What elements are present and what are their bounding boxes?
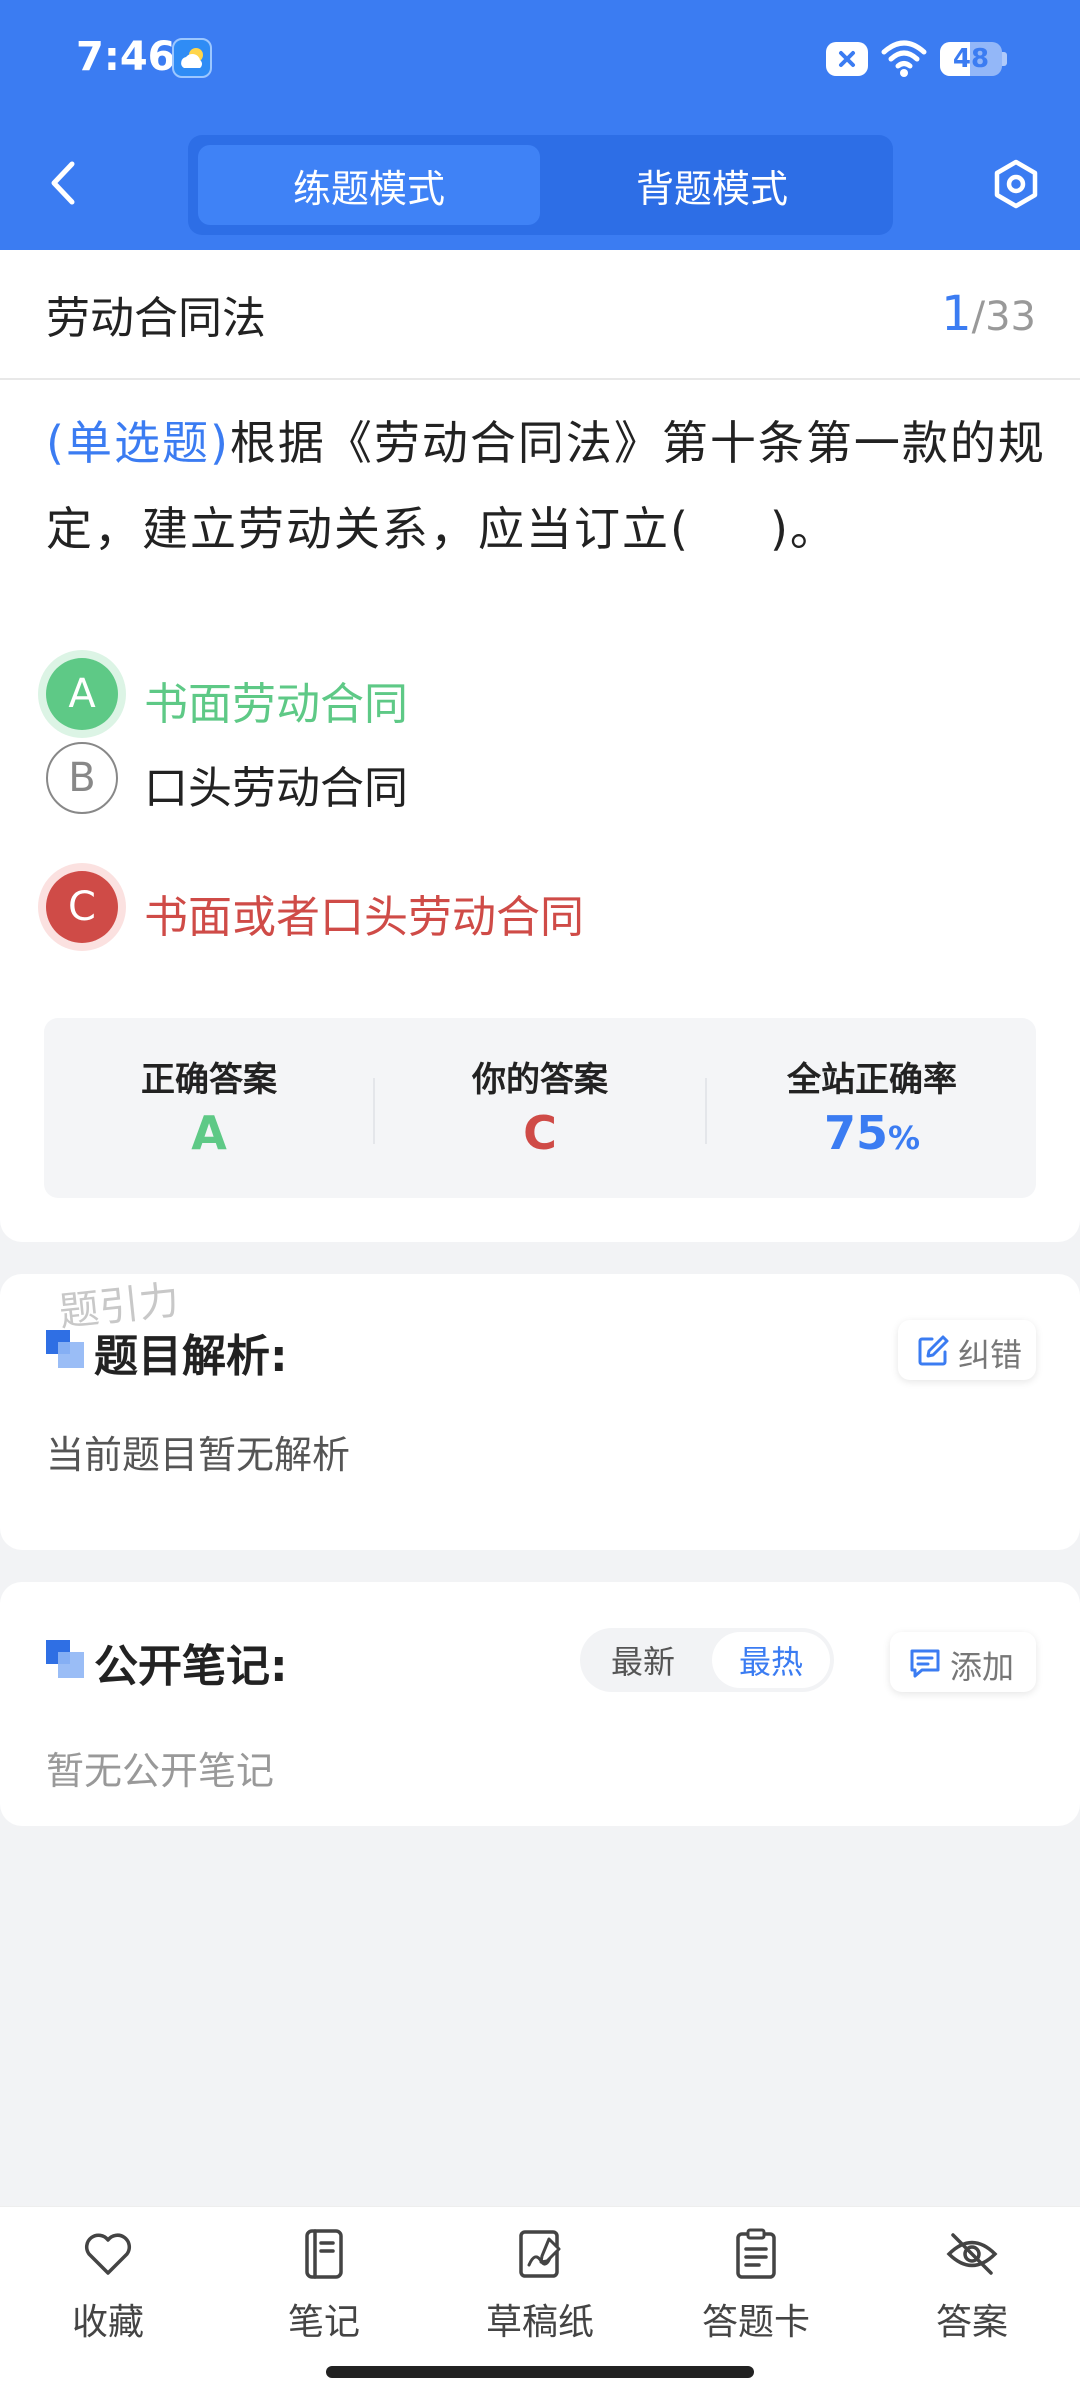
notebook-icon (305, 2229, 343, 2279)
notes-sort-toggle: 最新 最热 (580, 1628, 834, 1692)
eye-off-icon (946, 2233, 998, 2275)
nav-draft-label: 草稿纸 (485, 2302, 594, 2343)
question-type-label: (单选题) (46, 416, 230, 470)
home-indicator[interactable] (326, 2366, 754, 2378)
your-answer-value: C (523, 1106, 557, 1160)
option-c-letter: C (46, 871, 118, 943)
answer-sheet-icon (736, 2228, 776, 2279)
site-accuracy-label: 全站正确率 (787, 1060, 957, 1100)
report-error-label: 纠错 (958, 1336, 1023, 1374)
nav-notes-label: 笔记 (287, 2302, 360, 2343)
battery-level: 48 (952, 44, 990, 74)
option-b[interactable]: B 口头劳动合同 (46, 742, 946, 816)
option-a[interactable]: A 书面劳动合同 (46, 658, 946, 732)
question-progress: 1/33 (941, 286, 1036, 342)
nav-answer-sheet-label: 答题卡 (701, 2302, 810, 2343)
nav-show-answer[interactable]: 答案 (892, 2227, 1052, 2357)
public-notes-card: 公开笔记: 最新 最热 添加 暂无公开笔记 (0, 1582, 1080, 1826)
option-c[interactable]: C 书面或者口头劳动合同 (46, 871, 946, 945)
correct-answer-label: 正确答案 (141, 1060, 277, 1100)
battery-tip (1002, 52, 1007, 66)
nav-favorite-label: 收藏 (71, 2302, 144, 2343)
chevron-left-icon (51, 161, 75, 205)
answer-stats: 正确答案 A 你的答案 C 全站正确率 75% (44, 1018, 1036, 1198)
status-time: 7:46 (76, 34, 176, 80)
question-text-part2: )。 (769, 502, 838, 556)
sort-hot-option[interactable]: 最热 (712, 1632, 830, 1688)
question-stem: (单选题)根据《劳动合同法》第十条第一款的规定，建立劳动关系，应当订立()。 (46, 400, 1046, 572)
nav-notes[interactable]: 笔记 (244, 2227, 404, 2357)
nav-favorite[interactable]: 收藏 (28, 2227, 188, 2357)
edit-icon (918, 1335, 949, 1366)
divider (0, 378, 1080, 380)
sort-latest-option[interactable]: 最新 (584, 1632, 702, 1688)
notes-title: 公开笔记: (94, 1641, 288, 1692)
progress-current: 1 (941, 286, 972, 342)
your-answer-label: 你的答案 (472, 1060, 608, 1100)
draft-icon (519, 2230, 561, 2278)
question-card: 劳动合同法 1/33 (单选题)根据《劳动合同法》第十条第一款的规定，建立劳动关… (0, 250, 1080, 1242)
site-accuracy-value: 75% (707, 1106, 1037, 1160)
option-a-text: 书面劳动合同 (144, 679, 408, 730)
site-accuracy-suffix: % (887, 1119, 921, 1157)
battery-indicator: 48 (940, 42, 1002, 76)
option-c-text: 书面或者口头劳动合同 (144, 892, 584, 943)
site-accuracy-number: 75 (823, 1106, 888, 1160)
mode-switch: 练题模式 背题模式 (188, 135, 893, 235)
option-b-letter: B (46, 742, 118, 814)
heart-icon (84, 2233, 132, 2275)
back-button[interactable] (42, 158, 86, 208)
analysis-body: 当前题目暂无解析 (46, 1433, 351, 1477)
comment-icon (910, 1649, 940, 1678)
nav-answer-sheet[interactable]: 答题卡 (676, 2227, 836, 2357)
notification-close-icon (826, 42, 868, 76)
status-bar: 7:46 48 (0, 0, 1080, 120)
tab-practice-mode[interactable]: 练题模式 (198, 145, 540, 225)
wifi-icon (880, 38, 928, 82)
your-answer-stat: 你的答案 C (375, 1018, 705, 1198)
weather-icon (172, 38, 212, 78)
section-squares-icon (46, 1640, 84, 1678)
correct-answer-stat: 正确答案 A (44, 1018, 374, 1198)
option-a-letter: A (46, 658, 118, 730)
subject-title: 劳动合同法 (46, 293, 266, 344)
site-accuracy-stat: 全站正确率 75% (707, 1018, 1037, 1198)
app-header: 7:46 48 练题模式 背题模式 (0, 0, 1080, 250)
correct-answer-value: A (191, 1106, 227, 1160)
settings-button[interactable] (990, 158, 1042, 210)
tab-recite-mode[interactable]: 背题模式 (541, 145, 883, 225)
nav-draft[interactable]: 草稿纸 (460, 2227, 620, 2357)
notes-body: 暂无公开笔记 (46, 1749, 275, 1793)
add-note-button[interactable]: 添加 (890, 1632, 1036, 1692)
progress-total: /33 (971, 294, 1036, 340)
settings-hexagon-icon (994, 159, 1038, 209)
option-b-text: 口头劳动合同 (144, 763, 408, 814)
report-error-button[interactable]: 纠错 (898, 1320, 1036, 1380)
nav-show-answer-label: 答案 (935, 2302, 1008, 2343)
add-note-label: 添加 (950, 1648, 1015, 1686)
